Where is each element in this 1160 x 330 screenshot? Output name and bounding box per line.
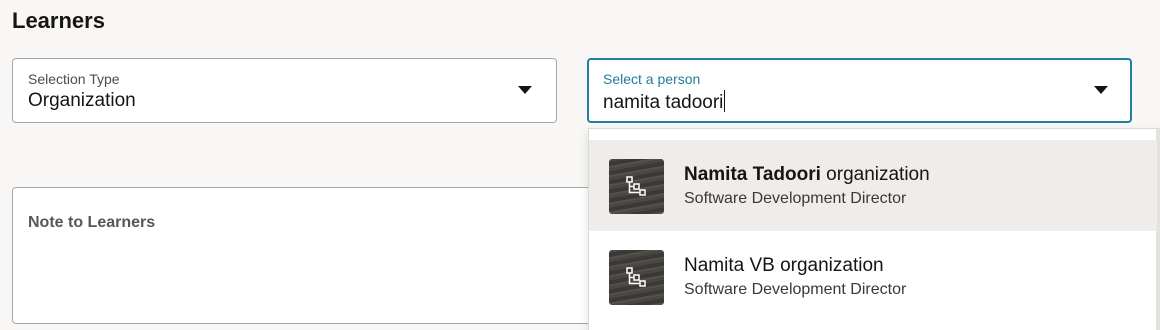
note-to-learners-label: Note to Learners (28, 214, 156, 231)
person-search-input[interactable]: namita tadoori (603, 90, 726, 114)
chevron-down-icon[interactable] (518, 86, 532, 94)
selection-type-value: Organization (28, 90, 136, 111)
result-subtitle: Software Development Director (684, 190, 907, 207)
learners-page: Learners Selection Type Organization Sel… (0, 0, 1160, 330)
selection-type-label: Selection Type (28, 71, 120, 87)
person-results-dropdown: Namita Tadoori organization Software Dev… (588, 128, 1160, 330)
result-name-match: Namita Tadoori (684, 164, 821, 185)
result-option[interactable]: Namita VB organization Software Developm… (589, 231, 1157, 322)
selection-type-select[interactable]: Selection Type Organization (12, 58, 557, 123)
result-name: Namita Tadoori organization (684, 164, 930, 186)
note-to-learners-field[interactable]: Note to Learners (12, 187, 612, 324)
org-chart-icon (609, 250, 664, 305)
page-title: Learners (12, 8, 105, 33)
person-select-label: Select a person (603, 71, 701, 87)
result-name-rest: organization (820, 164, 930, 185)
result-subtitle: Software Development Director (684, 281, 907, 298)
result-name-rest: Namita VB organization (684, 255, 884, 276)
org-chart-icon (609, 159, 664, 214)
person-search-text: namita tadoori (603, 92, 724, 113)
result-option[interactable]: Namita Tadoori organization Software Dev… (589, 140, 1157, 231)
result-name: Namita VB organization (684, 255, 884, 277)
chevron-down-icon[interactable] (1094, 86, 1108, 94)
text-cursor (724, 90, 726, 112)
person-select[interactable]: Select a person namita tadoori (587, 58, 1132, 123)
